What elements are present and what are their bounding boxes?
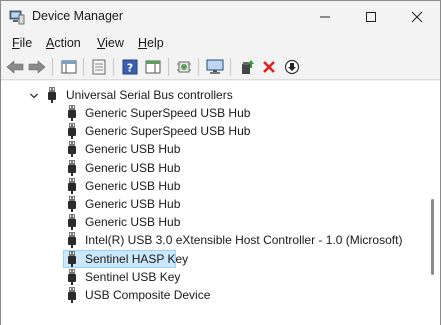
action-pane-icon xyxy=(145,60,161,74)
device-row[interactable]: Generic USB Hub xyxy=(1,195,426,213)
minimize-button[interactable] xyxy=(302,1,348,32)
uninstall-device-button[interactable] xyxy=(259,57,279,77)
back-button[interactable] xyxy=(5,57,25,77)
device-tree[interactable]: Universal Serial Bus controllers Generic… xyxy=(1,81,426,325)
close-button[interactable] xyxy=(394,1,440,32)
disable-device-icon xyxy=(284,59,300,75)
toolbar-separator xyxy=(168,58,169,76)
device-label: Generic USB Hub xyxy=(85,215,181,230)
update-driver-button[interactable] xyxy=(237,57,257,77)
menu-file[interactable]: File xyxy=(12,36,32,50)
toolbar-separator xyxy=(113,58,114,76)
device-label: Generic SuperSpeed USB Hub xyxy=(85,124,251,139)
device-row[interactable]: Sentinel USB Key xyxy=(1,268,426,286)
toolbar-separator xyxy=(52,58,53,76)
scrollbar-thumb[interactable] xyxy=(431,199,434,275)
monitor-icon xyxy=(206,59,224,74)
close-icon xyxy=(411,11,423,22)
device-row[interactable]: Generic SuperSpeed USB Hub xyxy=(1,122,426,140)
device-label: USB Composite Device xyxy=(85,288,211,302)
show-hide-console-tree-button[interactable] xyxy=(59,57,79,77)
menu-view[interactable]: View xyxy=(97,36,124,50)
back-arrow-icon xyxy=(6,60,24,74)
update-driver-icon xyxy=(242,60,254,74)
usb-connector-icon xyxy=(47,87,57,103)
usb-connector-icon xyxy=(67,232,77,249)
usb-connector-icon xyxy=(67,250,77,267)
svg-text:?: ? xyxy=(127,62,133,75)
chevron-down-icon[interactable] xyxy=(29,90,39,100)
device-row[interactable]: Generic USB Hub xyxy=(1,140,426,158)
forward-button[interactable] xyxy=(27,57,47,77)
menu-bar: File Action View Help xyxy=(1,32,440,54)
device-row[interactable]: USB Composite Device xyxy=(1,286,426,304)
properties-icon xyxy=(92,59,106,75)
toolbar-separator xyxy=(198,58,199,76)
device-row[interactable]: Generic USB Hub xyxy=(1,177,426,195)
properties-button[interactable] xyxy=(89,57,109,77)
menu-action[interactable]: Action xyxy=(46,36,81,50)
category-row-usb-controllers[interactable]: Universal Serial Bus controllers xyxy=(1,86,426,104)
toolbar-separator xyxy=(230,58,231,76)
scan-hardware-button[interactable] xyxy=(174,57,194,77)
menu-help[interactable]: Help xyxy=(138,36,164,50)
usb-connector-icon xyxy=(67,123,77,140)
device-label: Intel(R) USB 3.0 eXtensible Host Control… xyxy=(85,233,403,248)
usb-connector-icon xyxy=(67,196,77,212)
usb-connector-icon xyxy=(67,214,77,231)
uninstall-x-icon xyxy=(263,61,275,73)
toolbar-separator xyxy=(83,58,84,76)
maximize-button[interactable] xyxy=(348,1,394,32)
usb-connector-icon xyxy=(67,287,77,303)
title-bar[interactable]: Device Manager xyxy=(1,1,440,32)
usb-connector-icon xyxy=(67,105,77,121)
monitor-button[interactable] xyxy=(205,57,225,77)
usb-connector-icon xyxy=(67,177,77,194)
device-label: Sentinel USB Key xyxy=(85,269,181,284)
category-label: Universal Serial Bus controllers xyxy=(66,88,233,102)
device-label: Sentinel HASP Key xyxy=(85,251,189,266)
device-row[interactable]: Generic USB Hub xyxy=(1,213,426,231)
toolbar: ? xyxy=(1,54,440,80)
device-label: Generic USB Hub xyxy=(85,197,181,211)
device-row[interactable]: Generic USB Hub xyxy=(1,159,426,177)
device-row[interactable]: Generic SuperSpeed USB Hub xyxy=(1,104,426,122)
console-tree-icon xyxy=(61,60,77,74)
device-manager-window: Device Manager File Action View Help ? U… xyxy=(0,0,441,325)
disable-device-button[interactable] xyxy=(282,57,302,77)
scan-hardware-icon xyxy=(177,61,191,73)
device-manager-icon xyxy=(9,9,25,25)
device-row[interactable]: Intel(R) USB 3.0 eXtensible Host Control… xyxy=(1,231,426,249)
maximize-icon xyxy=(366,11,376,22)
usb-connector-icon xyxy=(67,141,77,158)
usb-connector-icon xyxy=(67,159,77,176)
forward-arrow-icon xyxy=(28,60,46,74)
usb-connector-icon xyxy=(67,268,77,285)
device-label: Generic USB Hub xyxy=(85,178,181,193)
action-pane-button[interactable] xyxy=(143,57,163,77)
device-row[interactable]: Sentinel HASP Key xyxy=(1,249,426,268)
window-title: Device Manager xyxy=(32,9,124,23)
device-label: Generic USB Hub xyxy=(85,142,181,157)
help-icon: ? xyxy=(122,59,138,75)
vertical-scrollbar[interactable] xyxy=(426,81,440,325)
device-label: Generic USB Hub xyxy=(85,160,181,175)
minimize-icon xyxy=(320,16,330,17)
help-button[interactable]: ? xyxy=(120,57,140,77)
device-label: Generic SuperSpeed USB Hub xyxy=(85,106,251,120)
